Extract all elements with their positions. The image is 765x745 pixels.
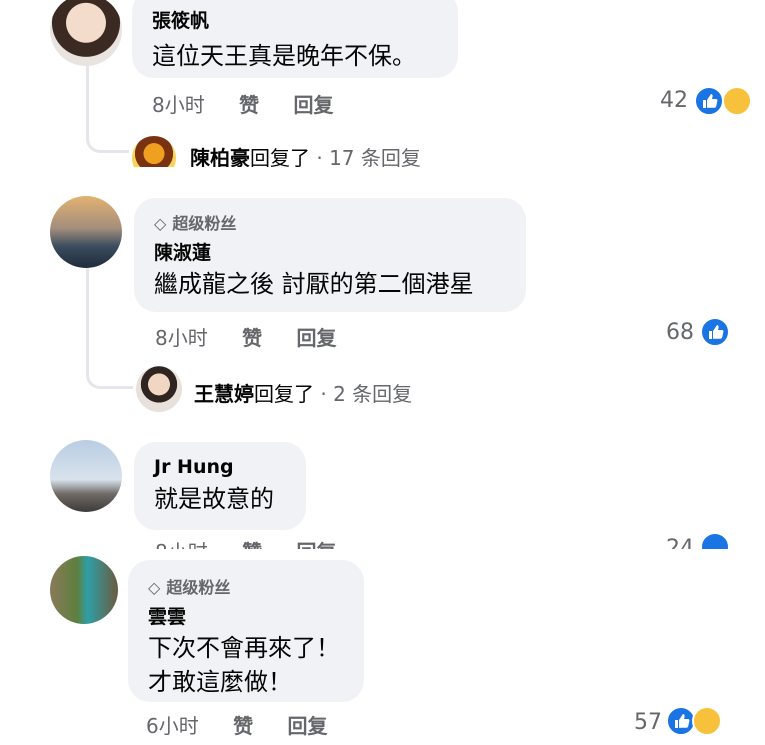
like-button[interactable]: 赞: [239, 93, 259, 117]
comment-author[interactable]: 雲雲: [148, 602, 344, 629]
comment-time[interactable]: 6小时: [146, 714, 199, 738]
comment-author[interactable]: Jr Hung: [154, 456, 286, 478]
comment-actions: 8小时 赞 回复: [155, 322, 364, 351]
comment-time[interactable]: 8小时: [152, 93, 205, 117]
comment-bubble: ◇ 超级粉丝 雲雲 下次不會再來了！ 才敢這麼做！: [128, 560, 364, 702]
reply-count[interactable]: · 2 条回复: [320, 382, 412, 406]
reaction-count[interactable]: 68: [646, 320, 694, 345]
comment-bubble: 張筱帆 這位天王真是晚年不保。: [132, 0, 458, 78]
avatar[interactable]: [50, 196, 122, 268]
like-icon: [694, 86, 724, 116]
comment-text: 這位天王真是晚年不保。: [152, 42, 416, 70]
reply-author[interactable]: 王慧婷: [194, 382, 254, 406]
diamond-icon: ◇: [154, 214, 167, 233]
reply-button[interactable]: 回复: [287, 714, 327, 738]
like-icon: [700, 317, 730, 347]
like-button[interactable]: 赞: [233, 714, 253, 738]
comment-bubble: ◇ 超级粉丝 陳淑蓮 繼成龍之後 討厭的第二個港星: [134, 198, 526, 312]
comment-bubble: Jr Hung 就是故意的: [134, 442, 306, 530]
superfan-badge: ◇ 超级粉丝: [154, 214, 237, 233]
haha-icon: [692, 706, 722, 736]
reaction-count[interactable]: 57: [616, 710, 662, 735]
comment-text-line2: 才敢這麼做！: [148, 668, 292, 696]
reply-button[interactable]: 回复: [293, 93, 333, 117]
comment-author[interactable]: 張筱帆: [152, 6, 438, 33]
comment-text: 就是故意的: [154, 485, 274, 513]
section-gap: [0, 549, 765, 573]
thread-line: [86, 268, 133, 389]
comment-author[interactable]: 陳淑蓮: [154, 238, 506, 265]
superfan-badge: ◇ 超级粉丝: [148, 578, 231, 597]
comment-actions: 6小时 赞 回复: [146, 710, 355, 739]
avatar[interactable]: [50, 556, 118, 624]
diamond-icon: ◇: [148, 578, 161, 597]
like-button[interactable]: 赞: [242, 326, 262, 350]
avatar[interactable]: [50, 440, 122, 512]
comment-time[interactable]: 8小时: [155, 326, 208, 350]
thread-line: [86, 66, 129, 153]
reply-avatar[interactable]: [136, 366, 182, 412]
section-gap: [0, 167, 765, 189]
comment-text: 繼成龍之後 討厭的第二個港星: [154, 270, 474, 298]
reply-summary[interactable]: 王慧婷回复了 · 2 条回复: [194, 378, 412, 407]
reply-button[interactable]: 回复: [296, 326, 336, 350]
avatar[interactable]: [50, 0, 122, 66]
reaction-count[interactable]: 42: [640, 88, 688, 113]
comment-text-line1: 下次不會再來了！: [148, 634, 340, 662]
haha-icon: [722, 86, 752, 116]
comment-actions: 8小时 赞 回复: [152, 89, 361, 118]
